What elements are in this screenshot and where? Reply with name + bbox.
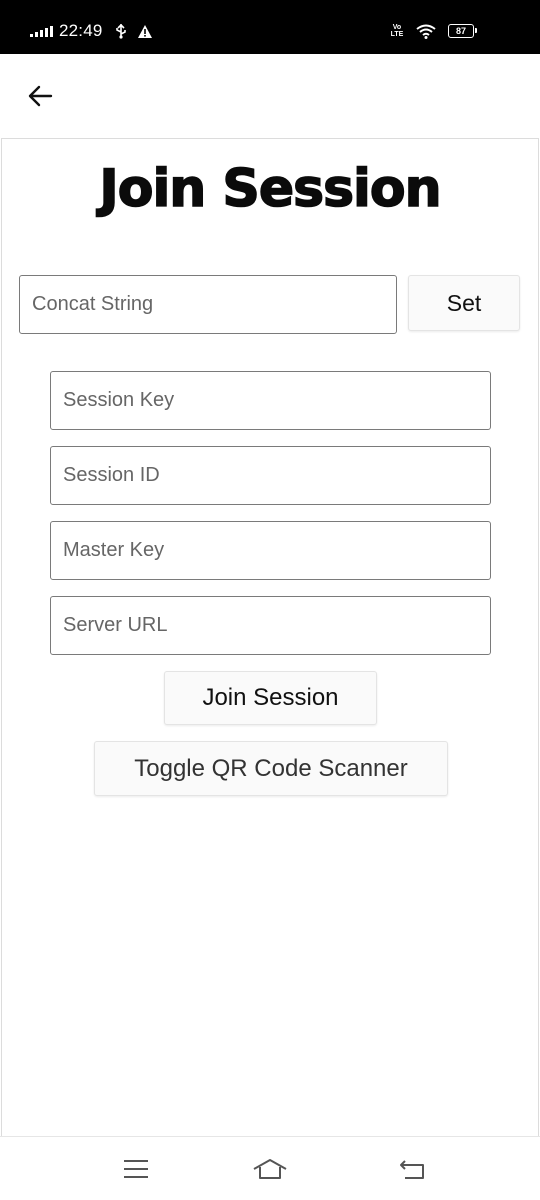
session-id-input[interactable] bbox=[50, 446, 491, 505]
join-session-card: Join Session Set Join Session Toggle QR … bbox=[1, 138, 539, 1136]
battery-icon: 87 bbox=[448, 24, 477, 38]
warning-icon bbox=[137, 24, 153, 39]
battery-level: 87 bbox=[455, 26, 466, 36]
nav-home-button[interactable] bbox=[252, 1155, 288, 1183]
menu-icon bbox=[122, 1158, 150, 1180]
back-button[interactable] bbox=[22, 78, 58, 114]
toggle-qr-scanner-button[interactable]: Toggle QR Code Scanner bbox=[94, 741, 448, 796]
arrow-left-icon bbox=[27, 84, 53, 108]
set-button[interactable]: Set bbox=[408, 275, 520, 331]
join-session-button-label: Join Session bbox=[202, 684, 339, 711]
home-icon bbox=[252, 1157, 288, 1181]
status-bar-left: 22:49 bbox=[30, 20, 153, 42]
page-title: Join Session bbox=[99, 158, 443, 220]
usb-icon bbox=[115, 23, 127, 39]
volte-icon: Vo LTE bbox=[390, 24, 404, 38]
app-bar bbox=[0, 54, 540, 138]
status-time: 22:49 bbox=[59, 21, 103, 40]
server-url-input[interactable] bbox=[50, 596, 491, 655]
session-key-input[interactable] bbox=[50, 371, 491, 430]
join-session-button[interactable]: Join Session bbox=[164, 671, 377, 725]
back-icon bbox=[397, 1157, 427, 1181]
wifi-icon bbox=[416, 24, 436, 39]
signal-strength-icon bbox=[30, 25, 53, 37]
nav-back-button[interactable] bbox=[394, 1155, 430, 1183]
concat-string-input[interactable] bbox=[19, 275, 397, 334]
status-bar: 22:49 Vo LTE 87 bbox=[0, 0, 540, 54]
navigation-bar bbox=[0, 1136, 540, 1200]
status-bar-right: Vo LTE 87 bbox=[390, 20, 477, 42]
master-key-input[interactable] bbox=[50, 521, 491, 580]
set-button-label: Set bbox=[446, 289, 482, 316]
nav-menu-button[interactable] bbox=[118, 1155, 154, 1183]
toggle-qr-scanner-label: Toggle QR Code Scanner bbox=[134, 754, 408, 782]
